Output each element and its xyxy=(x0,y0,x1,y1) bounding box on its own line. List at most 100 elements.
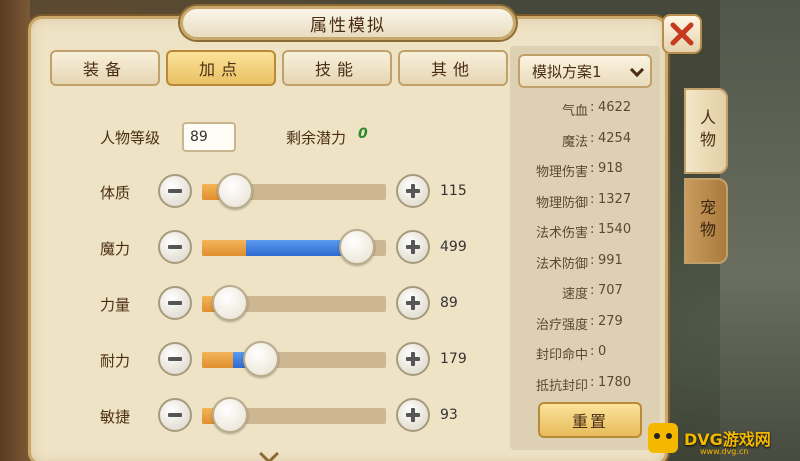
reset-button[interactable]: 重置 xyxy=(538,402,642,438)
plus-icon-vertical xyxy=(411,240,415,254)
stat-row: 体质 115 xyxy=(40,172,500,212)
attribute-separator: : xyxy=(590,222,595,237)
attribute-name: 法术伤害 xyxy=(535,226,588,241)
close-button[interactable] xyxy=(662,14,702,54)
attribute-value: 707 xyxy=(598,283,623,298)
plus-icon-vertical xyxy=(411,352,415,366)
attribute-row: 法术防御:991 xyxy=(510,249,660,275)
background-left-scenery xyxy=(0,0,30,461)
scheme-selected: 模拟方案1 xyxy=(532,62,602,81)
minus-icon xyxy=(168,189,182,193)
increase-button[interactable] xyxy=(396,174,430,208)
attribute-row: 治疗强度:279 xyxy=(510,310,660,336)
attribute-name: 法术防御 xyxy=(535,256,588,272)
attribute-value: 1780 xyxy=(598,374,632,390)
tab-skills[interactable]: 技能 xyxy=(282,50,392,86)
stat-slider-track[interactable] xyxy=(202,352,386,368)
close-icon xyxy=(670,22,694,46)
tab-other[interactable]: 其他 xyxy=(398,50,508,86)
slider-handle[interactable] xyxy=(211,397,248,433)
attribute-row: 魔法:4254 xyxy=(510,127,660,153)
attribute-row: 抵抗封印:1780 xyxy=(510,371,660,397)
attribute-row: 法术伤害:1540 xyxy=(510,218,660,244)
plus-icon-vertical xyxy=(411,296,415,310)
slider-handle[interactable] xyxy=(211,285,248,321)
slider-handle[interactable] xyxy=(217,173,254,209)
decrease-button[interactable] xyxy=(158,286,192,320)
tab-equipment[interactable]: 装备 xyxy=(50,50,160,86)
stat-row: 耐力 179 xyxy=(40,340,500,380)
potential-label: 剩余潜力 xyxy=(286,129,347,147)
attribute-separator: : xyxy=(590,374,595,390)
scheme-dropdown[interactable]: 模拟方案1 xyxy=(518,54,652,88)
decrease-button[interactable] xyxy=(158,398,192,432)
stat-name: 敏捷 xyxy=(100,408,131,426)
level-label: 人物等级 xyxy=(100,129,161,147)
attribute-row: 速度:707 xyxy=(510,279,660,305)
stat-base-fill xyxy=(202,240,247,256)
attribute-value: 279 xyxy=(598,313,623,329)
increase-button[interactable] xyxy=(396,230,430,264)
decrease-button[interactable] xyxy=(158,342,192,376)
attribute-separator: : xyxy=(590,252,595,268)
level-input[interactable]: 89 xyxy=(182,122,236,152)
stat-value: 179 xyxy=(440,351,467,367)
tab-add-points[interactable]: 加点 xyxy=(166,50,276,86)
attribute-separator: : xyxy=(590,283,595,298)
stat-name: 体质 xyxy=(100,184,131,202)
attribute-value: 0 xyxy=(598,344,607,359)
minus-icon xyxy=(168,413,182,417)
increase-button[interactable] xyxy=(396,398,430,432)
stat-row: 敏捷 93 xyxy=(40,396,500,436)
stat-name: 力量 xyxy=(100,296,131,314)
stat-value: 115 xyxy=(440,183,467,199)
attribute-separator: : xyxy=(590,130,595,146)
chevron-down-icon xyxy=(629,62,645,78)
stat-value: 89 xyxy=(440,295,458,311)
attribute-name: 封印命中 xyxy=(535,348,588,363)
attribute-value: 1327 xyxy=(598,191,632,207)
stat-name: 耐力 xyxy=(100,352,131,370)
attribute-name: 气血 xyxy=(561,104,588,119)
stat-value: 93 xyxy=(440,407,458,423)
decrease-button[interactable] xyxy=(158,174,192,208)
minus-icon xyxy=(168,245,182,249)
attribute-separator: : xyxy=(590,313,595,329)
attribute-value: 1540 xyxy=(598,222,632,237)
attribute-name: 物理伤害 xyxy=(535,165,588,180)
attribute-row: 封印命中:0 xyxy=(510,340,660,366)
attribute-separator: : xyxy=(590,344,595,359)
stat-row: 魔力 499 xyxy=(40,228,500,268)
increase-button[interactable] xyxy=(396,342,430,376)
slider-handle[interactable] xyxy=(242,341,279,377)
stat-base-fill xyxy=(202,352,234,368)
points-section: 人物等级 89 剩余潜力 0 体质 115 魔力 499 力量 89 耐力 179 敏捷 93 xyxy=(40,94,500,454)
side-tab-pet[interactable]: 宠物 xyxy=(684,178,728,264)
attribute-row: 物理伤害:918 xyxy=(510,157,660,183)
stat-value: 499 xyxy=(440,239,467,255)
potential-value: 0 xyxy=(358,126,368,142)
plus-icon-vertical xyxy=(411,184,415,198)
attribute-name: 治疗强度 xyxy=(535,317,588,333)
slider-handle[interactable] xyxy=(338,229,375,265)
panel-title: 属性模拟 xyxy=(180,6,516,40)
attribute-value: 991 xyxy=(598,252,623,268)
attribute-name: 抵抗封印 xyxy=(535,378,588,394)
attribute-row: 物理防御:1327 xyxy=(510,188,660,214)
watermark-logo-icon xyxy=(648,423,678,453)
attribute-value: 4622 xyxy=(598,100,632,115)
background-right-scenery xyxy=(720,0,800,461)
watermark-url: www.dvg.cn xyxy=(700,447,749,456)
attribute-separator: : xyxy=(590,100,595,115)
attribute-value: 918 xyxy=(598,161,623,176)
attribute-name: 物理防御 xyxy=(535,195,588,211)
attribute-row: 气血:4622 xyxy=(510,96,660,122)
increase-button[interactable] xyxy=(396,286,430,320)
attribute-value: 4254 xyxy=(598,130,632,146)
decrease-button[interactable] xyxy=(158,230,192,264)
minus-icon xyxy=(168,357,182,361)
attribute-separator: : xyxy=(590,161,595,176)
side-tab-character[interactable]: 人物 xyxy=(684,88,728,174)
stat-name: 魔力 xyxy=(100,240,131,258)
stat-row: 力量 89 xyxy=(40,284,500,324)
